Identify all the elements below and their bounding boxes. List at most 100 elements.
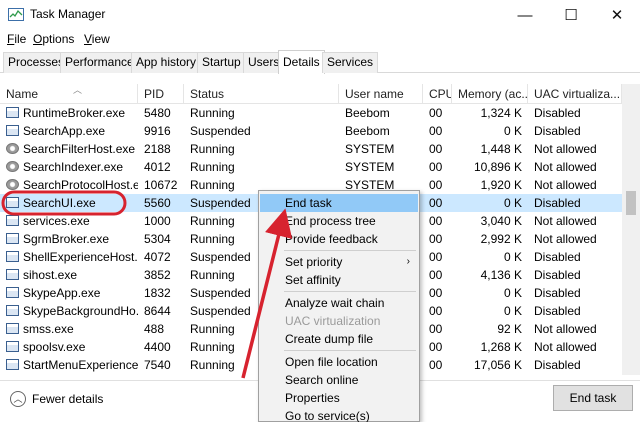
- process-name: SearchFilterHost.exe: [23, 142, 136, 156]
- column-pid[interactable]: PID: [138, 84, 184, 104]
- maximize-button[interactable]: ☐: [548, 0, 594, 30]
- gear-icon: [6, 179, 19, 190]
- cell-memory: 1,448 K: [480, 142, 522, 156]
- cell-cpu: 00: [429, 106, 443, 120]
- cell-memory: 2,992 K: [480, 232, 522, 246]
- context-item-set-priority[interactable]: Set priority ›: [260, 253, 418, 271]
- window-icon: [6, 287, 19, 298]
- process-name: spoolsv.exe: [23, 340, 86, 354]
- context-item-create-dump-file[interactable]: Create dump file: [260, 330, 418, 348]
- window-icon: [6, 233, 19, 244]
- tab-services[interactable]: Services: [322, 52, 379, 73]
- column-name[interactable]: ︿ Name: [0, 84, 138, 104]
- cell-memory: 92 K: [497, 322, 522, 336]
- cell-pid: 5560: [144, 196, 171, 210]
- context-item-end-task[interactable]: End task: [260, 194, 418, 212]
- cell-uac: Not allowed: [534, 178, 597, 192]
- cell-pid: 8644: [144, 304, 171, 318]
- minimize-button[interactable]: —: [502, 0, 548, 30]
- table-row[interactable]: SearchFilterHost.exe 2188 Running SYSTEM 00 1…: [0, 140, 622, 158]
- menu-separator: [284, 350, 416, 351]
- window-icon: [6, 107, 19, 118]
- cell-name: SearchIndexer.exe: [0, 158, 138, 176]
- column-uac-virtualization[interactable]: UAC virtualiza...: [528, 84, 622, 104]
- printer-icon: [6, 341, 19, 352]
- cell-name: sihost.exe: [0, 266, 138, 284]
- cell-uac: Disabled: [534, 358, 581, 372]
- process-name: SgrmBroker.exe: [23, 232, 110, 246]
- process-name: SearchProtocolHost.e...: [23, 178, 138, 192]
- cell-memory: 0 K: [503, 250, 522, 264]
- context-item-search-online[interactable]: Search online: [260, 371, 418, 389]
- context-item-open-file-location[interactable]: Open file location: [260, 353, 418, 371]
- cell-memory: 4,136 K: [480, 268, 522, 282]
- cell-status: Suspended: [190, 124, 251, 138]
- menu-separator: [284, 250, 416, 251]
- end-task-button[interactable]: End task: [553, 385, 633, 411]
- context-item-provide-feedback[interactable]: Provide feedback: [260, 230, 418, 248]
- cell-uac: Not allowed: [534, 322, 597, 336]
- close-button[interactable]: ✕: [594, 0, 640, 30]
- gear-icon: [6, 161, 19, 172]
- window-icon: [6, 197, 19, 208]
- process-name: services.exe: [23, 214, 90, 228]
- table-row[interactable]: SearchApp.exe 9916 Suspended Beebom 00 0 K Dis…: [0, 122, 622, 140]
- window-icon: [6, 251, 19, 262]
- cell-memory: 3,040 K: [480, 214, 522, 228]
- cell-uac: Not allowed: [534, 214, 597, 228]
- cell-memory: 1,920 K: [480, 178, 522, 192]
- vertical-scrollbar[interactable]: [622, 84, 640, 375]
- column-memory[interactable]: Memory (ac...: [452, 84, 528, 104]
- cell-uac: Not allowed: [534, 142, 597, 156]
- tab-startup[interactable]: Startup: [197, 52, 246, 73]
- window-icon: [6, 215, 19, 226]
- process-name: SkypeBackgroundHo...: [23, 304, 138, 318]
- context-item-label: Search online: [285, 373, 359, 387]
- window-title: Task Manager: [30, 7, 106, 21]
- tab-details[interactable]: Details: [278, 50, 325, 74]
- cell-user: Beebom: [345, 106, 390, 120]
- context-item-label: Provide feedback: [285, 232, 378, 246]
- fewer-details-link[interactable]: Fewer details: [32, 392, 103, 406]
- cell-pid: 9916: [144, 124, 171, 138]
- scrollbar-thumb[interactable]: [626, 191, 636, 215]
- process-name: sihost.exe: [23, 268, 78, 282]
- context-item-analyze-wait-chain[interactable]: Analyze wait chain: [260, 294, 418, 312]
- tab-app-history[interactable]: App history: [131, 52, 202, 73]
- process-name: SearchUI.exe: [23, 196, 96, 210]
- window-icon: [6, 125, 19, 136]
- cell-user: Beebom: [345, 124, 390, 138]
- cell-uac: Not allowed: [534, 340, 597, 354]
- cell-memory: 0 K: [503, 286, 522, 300]
- menu-options[interactable]: Options: [33, 32, 74, 46]
- context-item-go-to-service-s[interactable]: Go to service(s): [260, 407, 418, 422]
- menu-file[interactable]: File: [7, 32, 26, 46]
- menu-separator: [284, 291, 416, 292]
- column-user-name[interactable]: User name: [339, 84, 423, 104]
- table-header: ︿ Name PID Status User name CPU Memory (…: [0, 84, 622, 104]
- context-item-set-affinity[interactable]: Set affinity: [260, 271, 418, 289]
- window-icon: [6, 359, 19, 370]
- cell-cpu: 00: [429, 232, 443, 246]
- tab-performance[interactable]: Performance: [60, 52, 139, 73]
- cell-status: Running: [190, 142, 235, 156]
- cell-name: SearchProtocolHost.e...: [0, 176, 138, 194]
- table-row[interactable]: RuntimeBroker.exe 5480 Running Beebom 00 1,32…: [0, 104, 622, 122]
- cell-cpu: 00: [429, 322, 443, 336]
- cell-name: SearchApp.exe: [0, 122, 138, 140]
- menu-view[interactable]: View: [84, 32, 110, 46]
- cell-cpu: 00: [429, 214, 443, 228]
- context-item-end-process-tree[interactable]: End process tree: [260, 212, 418, 230]
- context-item-properties[interactable]: Properties: [260, 389, 418, 407]
- column-cpu[interactable]: CPU: [423, 84, 452, 104]
- chevron-up-icon[interactable]: ︿: [10, 391, 26, 407]
- cell-pid: 1000: [144, 214, 171, 228]
- context-item-label: Set affinity: [285, 273, 341, 287]
- column-status[interactable]: Status: [184, 84, 339, 104]
- cell-cpu: 00: [429, 268, 443, 282]
- cell-cpu: 00: [429, 358, 443, 372]
- cell-cpu: 00: [429, 340, 443, 354]
- table-row[interactable]: SearchIndexer.exe 4012 Running SYSTEM 00 10,8…: [0, 158, 622, 176]
- cell-pid: 4072: [144, 250, 171, 264]
- cell-uac: Disabled: [534, 250, 581, 264]
